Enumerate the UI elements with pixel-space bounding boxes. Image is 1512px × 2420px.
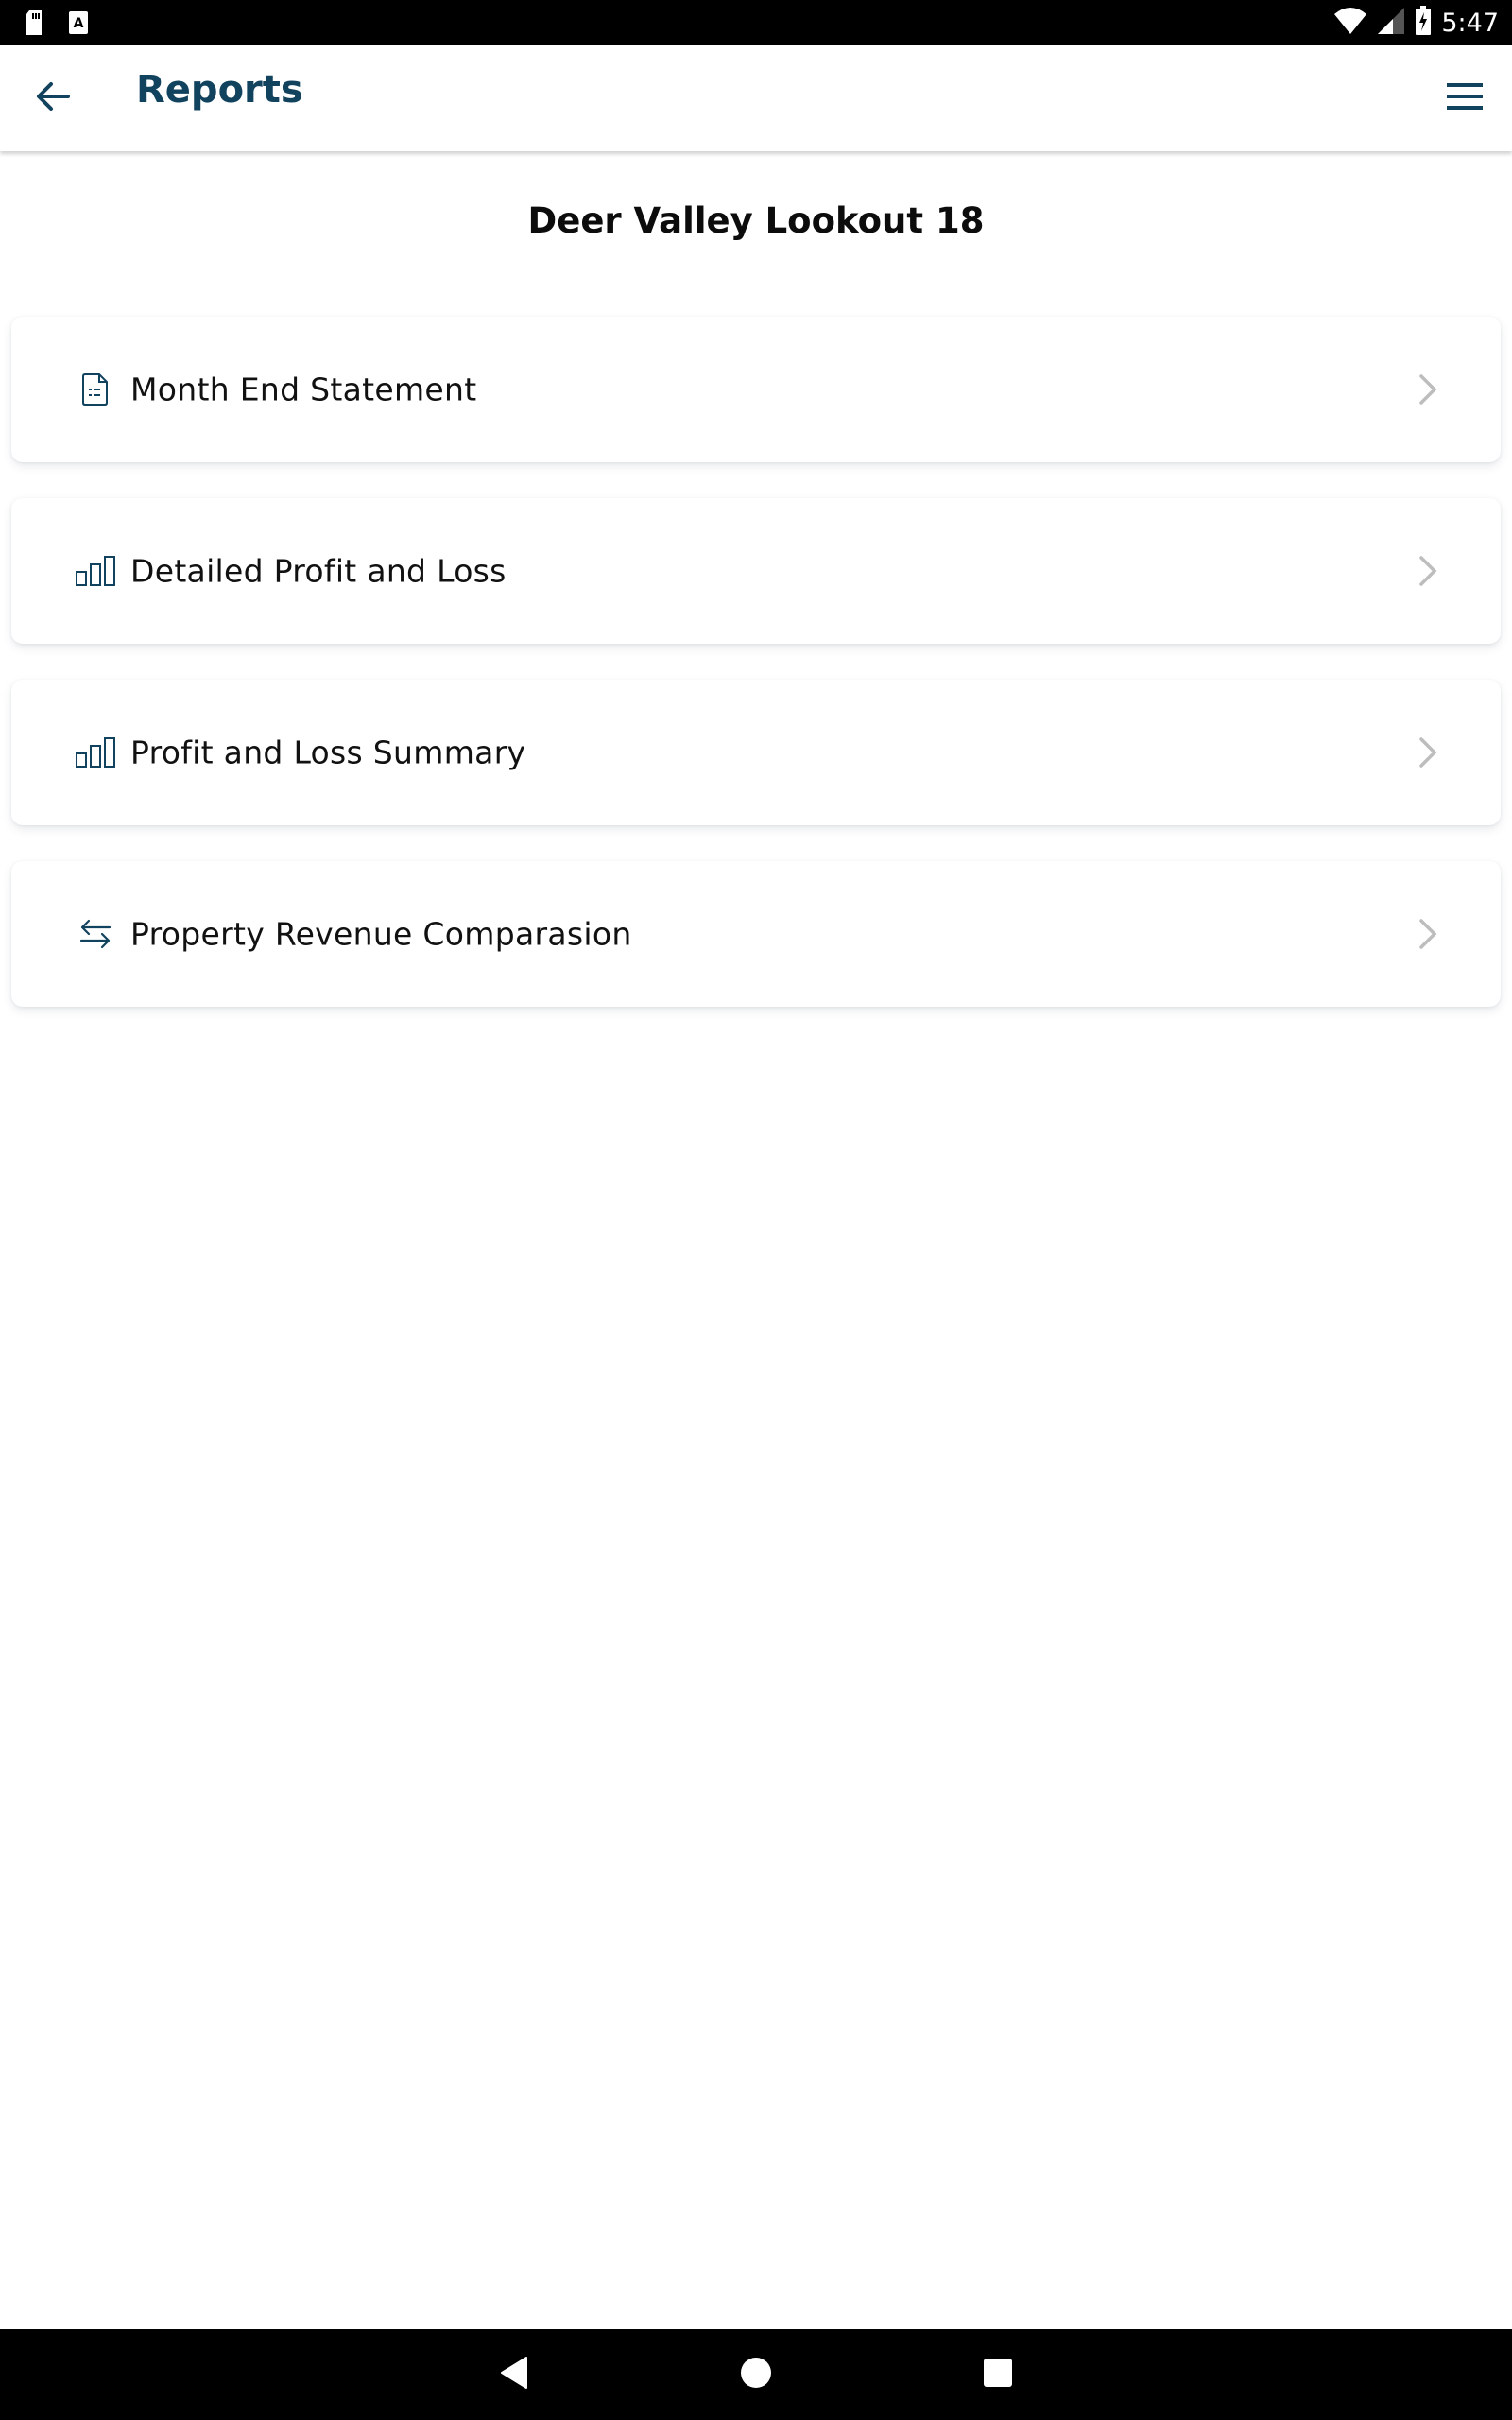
system-nav-bar [0,2329,1512,2420]
chevron-right-icon [1418,372,1440,406]
nav-recents-button[interactable] [971,2350,1024,2399]
nav-home-button[interactable] [730,2350,782,2399]
report-list: Month End Statement Detailed Profit and … [11,317,1501,1043]
document-list-icon [76,370,115,409]
status-bar: A 5:47 [0,0,1512,45]
circle-home-icon [740,2357,772,2394]
menu-button[interactable] [1438,72,1491,125]
report-item-detailed-profit-and-loss[interactable]: Detailed Profit and Loss [11,498,1501,644]
triangle-back-icon [500,2356,528,2394]
font-a-icon: A [68,10,89,40]
svg-text:A: A [74,16,84,31]
nav-back-button[interactable] [488,2350,541,2399]
battery-charging-icon [1415,5,1432,41]
page-title: Reports [136,68,303,112]
chevron-right-icon [1418,554,1440,588]
back-button[interactable] [26,72,79,125]
app-bar: Reports [0,45,1512,151]
bar-chart-icon [76,733,115,772]
report-item-property-revenue-comparasion[interactable]: Property Revenue Comparasion [11,861,1501,1007]
report-label: Month End Statement [130,371,477,408]
clock: 5:47 [1441,8,1499,38]
report-label: Detailed Profit and Loss [130,552,507,590]
report-item-month-end-statement[interactable]: Month End Statement [11,317,1501,462]
report-label: Profit and Loss Summary [130,734,526,771]
wifi-icon [1333,7,1367,40]
bar-chart-icon [76,551,115,591]
chevron-right-icon [1418,917,1440,951]
report-label: Property Revenue Comparasion [130,915,632,953]
hamburger-menu-icon [1447,82,1483,114]
cell-signal-icon [1377,7,1405,40]
sd-card-icon [25,9,43,41]
arrow-left-icon [36,81,70,116]
chevron-right-icon [1418,735,1440,769]
square-recents-icon [983,2358,1013,2393]
swap-arrows-icon [76,914,115,954]
report-item-profit-and-loss-summary[interactable]: Profit and Loss Summary [11,680,1501,825]
property-title: Deer Valley Lookout 18 [527,200,985,241]
